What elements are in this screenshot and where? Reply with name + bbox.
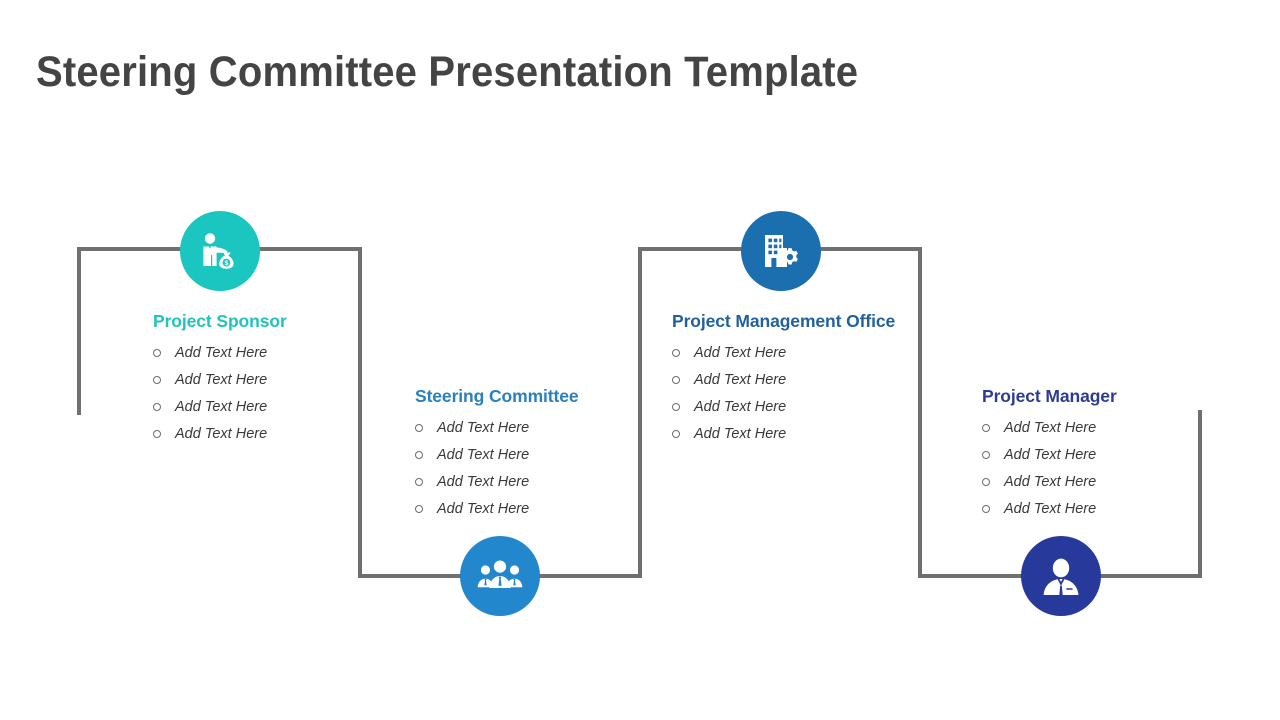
svg-text:$: $ — [225, 260, 229, 267]
list-item[interactable]: Add Text Here — [982, 414, 1117, 441]
project-sponsor-bullet-list: Add Text Here Add Text Here Add Text Her… — [153, 339, 287, 447]
list-item[interactable]: Add Text Here — [672, 339, 895, 366]
list-item[interactable]: Add Text Here — [415, 414, 579, 441]
list-item-label: Add Text Here — [1004, 500, 1097, 517]
list-item[interactable]: Add Text Here — [982, 495, 1117, 522]
project-management-office-bullet-list: Add Text Here Add Text Here Add Text Her… — [672, 339, 895, 447]
list-item[interactable]: Add Text Here — [982, 441, 1117, 468]
bullet-circle-icon — [672, 348, 680, 357]
project-manager-block: Project Manager Add Text Here Add Text H… — [982, 386, 1117, 522]
bullet-circle-icon — [153, 429, 161, 438]
list-item[interactable]: Add Text Here — [415, 468, 579, 495]
list-item-label: Add Text Here — [437, 446, 530, 463]
list-item[interactable]: Add Text Here — [153, 339, 287, 366]
steering-committee-bullet-list: Add Text Here Add Text Here Add Text Her… — [415, 414, 579, 522]
bullet-circle-icon — [982, 477, 990, 486]
bullet-circle-icon — [415, 477, 423, 486]
bullet-circle-icon — [415, 504, 423, 513]
person-with-money-bag-icon: $ — [197, 228, 243, 274]
list-item[interactable]: Add Text Here — [415, 495, 579, 522]
bullet-circle-icon — [153, 375, 161, 384]
list-item-label: Add Text Here — [175, 344, 268, 361]
list-item-label: Add Text Here — [694, 425, 787, 442]
project-management-office-block: Project Management Office Add Text Here … — [672, 311, 895, 447]
project-sponsor-block: Project Sponsor Add Text Here Add Text H… — [153, 311, 287, 447]
bullet-circle-icon — [672, 375, 680, 384]
list-item[interactable]: Add Text Here — [153, 393, 287, 420]
steering-committee-icon-badge[interactable] — [460, 536, 540, 616]
list-item-label: Add Text Here — [437, 473, 530, 490]
list-item-label: Add Text Here — [694, 398, 787, 415]
list-item[interactable]: Add Text Here — [153, 420, 287, 447]
project-sponsor-icon-badge[interactable]: $ — [180, 211, 260, 291]
steering-committee-block: Steering Committee Add Text Here Add Tex… — [415, 386, 579, 522]
bullet-circle-icon — [672, 402, 680, 411]
bullet-circle-icon — [672, 429, 680, 438]
building-with-gear-icon — [759, 229, 803, 273]
steering-committee-heading: Steering Committee — [415, 386, 579, 406]
list-item-label: Add Text Here — [437, 500, 530, 517]
bullet-circle-icon — [982, 504, 990, 513]
bullet-circle-icon — [415, 450, 423, 459]
bullet-circle-icon — [153, 402, 161, 411]
project-manager-heading: Project Manager — [982, 386, 1117, 406]
list-item-label: Add Text Here — [437, 419, 530, 436]
list-item[interactable]: Add Text Here — [415, 441, 579, 468]
bullet-circle-icon — [415, 423, 423, 432]
list-item-label: Add Text Here — [175, 371, 268, 388]
single-person-icon — [1040, 555, 1082, 597]
bullet-circle-icon — [153, 348, 161, 357]
project-management-office-icon-badge[interactable] — [741, 211, 821, 291]
list-item-label: Add Text Here — [1004, 419, 1097, 436]
project-manager-bullet-list: Add Text Here Add Text Here Add Text Her… — [982, 414, 1117, 522]
list-item-label: Add Text Here — [1004, 446, 1097, 463]
list-item-label: Add Text Here — [175, 398, 268, 415]
list-item-label: Add Text Here — [694, 371, 787, 388]
list-item[interactable]: Add Text Here — [672, 393, 895, 420]
list-item[interactable]: Add Text Here — [672, 420, 895, 447]
list-item-label: Add Text Here — [1004, 473, 1097, 490]
list-item[interactable]: Add Text Here — [153, 366, 287, 393]
project-management-office-heading: Project Management Office — [672, 311, 896, 331]
group-of-people-icon — [476, 554, 524, 598]
list-item-label: Add Text Here — [694, 344, 787, 361]
list-item[interactable]: Add Text Here — [982, 468, 1117, 495]
project-manager-icon-badge[interactable] — [1021, 536, 1101, 616]
project-sponsor-heading: Project Sponsor — [153, 311, 287, 331]
bullet-circle-icon — [982, 423, 990, 432]
bullet-circle-icon — [982, 450, 990, 459]
list-item[interactable]: Add Text Here — [672, 366, 895, 393]
list-item-label: Add Text Here — [175, 425, 268, 442]
